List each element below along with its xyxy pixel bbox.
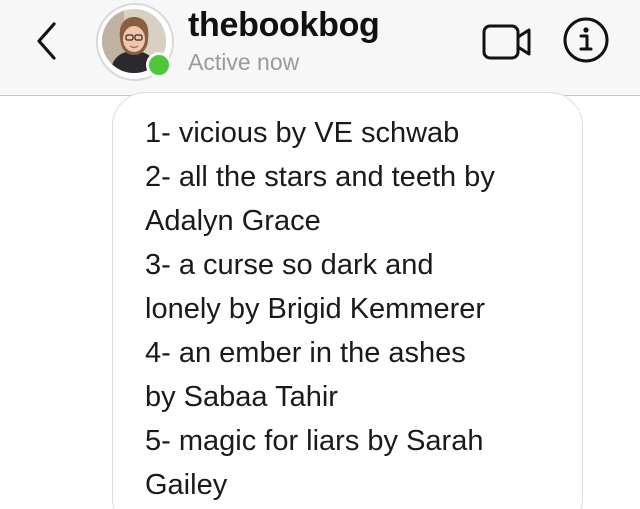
message-line: Adalyn Grace: [145, 205, 321, 237]
chat-screen: thebookbog Active now 1- vicious by VE s…: [0, 0, 640, 509]
message-line: Gailey: [145, 469, 228, 501]
message-line: 5- magic for liars by Sarah: [145, 425, 484, 457]
info-button[interactable]: [562, 16, 610, 64]
back-button[interactable]: [28, 18, 68, 64]
video-camera-icon: [482, 24, 531, 60]
chat-header: thebookbog Active now: [0, 0, 640, 96]
message-text: 1- vicious by VE schwab 2- all the stars…: [145, 111, 575, 507]
message-line: 2- all the stars and teeth by: [145, 161, 495, 193]
message-line: 3- a curse so dark and: [145, 249, 434, 281]
video-call-button[interactable]: [482, 22, 534, 62]
info-icon: [563, 17, 609, 63]
message-line: 4- an ember in the ashes: [145, 337, 466, 369]
online-status-dot: [146, 52, 172, 78]
chevron-left-icon: [37, 22, 56, 60]
message-line: 1- vicious by VE schwab: [145, 117, 460, 149]
active-status: Active now: [188, 49, 300, 75]
message-line: by Sabaa Tahir: [145, 381, 338, 413]
chat-username[interactable]: thebookbog: [188, 6, 380, 45]
message-line: lonely by Brigid Kemmerer: [145, 293, 486, 325]
